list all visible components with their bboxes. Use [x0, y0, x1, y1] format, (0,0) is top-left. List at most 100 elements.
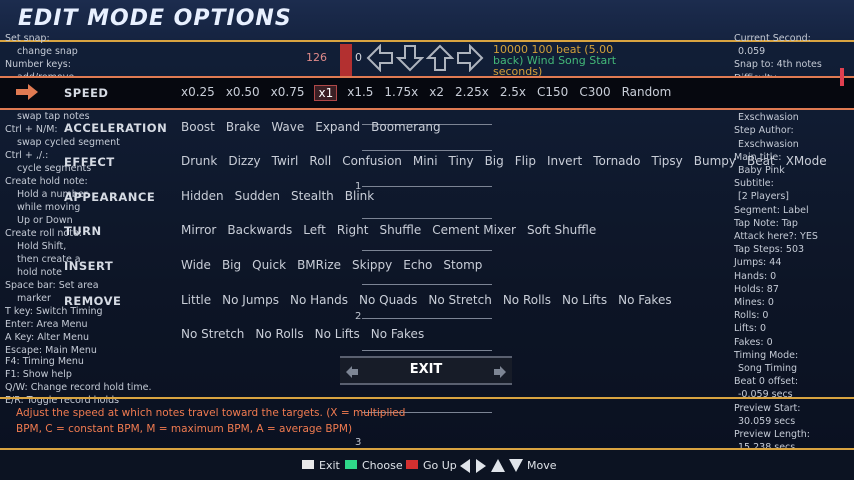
option-group: No Stretch No Rolls No Lifts No Fakes	[180, 327, 425, 341]
option-item[interactable]: Stealth	[290, 189, 335, 203]
option-item[interactable]: x2	[428, 85, 445, 101]
grid-line	[362, 218, 492, 219]
option-group: Mirror Backwards Left Right Shuffle Cement Mi…	[180, 223, 597, 237]
row-label-speed[interactable]: SPEED	[64, 86, 108, 100]
option-item[interactable]: Wave	[270, 120, 305, 134]
footer-choose[interactable]: Choose	[362, 459, 403, 472]
option-item[interactable]: No Lifts	[561, 293, 608, 307]
help-line: Q/W: Change record hold time.	[5, 382, 152, 393]
row-label-insert[interactable]: INSERT	[64, 259, 113, 273]
option-item[interactable]: Tornado	[592, 154, 641, 168]
option-item[interactable]: Soft Shuffle	[526, 223, 597, 237]
option-item[interactable]: No Fakes	[370, 327, 425, 341]
option-item[interactable]: Boost	[180, 120, 216, 134]
option-item[interactable]: XMode	[785, 154, 828, 168]
option-item[interactable]: Expand	[314, 120, 361, 134]
option-item[interactable]: No Stretch	[427, 293, 492, 307]
option-item[interactable]: Big	[484, 154, 505, 168]
option-item[interactable]: Invert	[546, 154, 583, 168]
option-item[interactable]: Tiny	[448, 154, 475, 168]
option-item[interactable]: Left	[302, 223, 327, 237]
option-item[interactable]: No Quads	[358, 293, 418, 307]
row-label-remove[interactable]: REMOVE	[64, 294, 121, 308]
option-item[interactable]: BMRize	[296, 258, 342, 272]
option-item[interactable]: Mirror	[180, 223, 217, 237]
option-item[interactable]: 1.75x	[383, 85, 419, 101]
option-item[interactable]: Mini	[412, 154, 439, 168]
option-item[interactable]: C150	[536, 85, 569, 101]
option-item[interactable]: Flip	[514, 154, 537, 168]
option-item[interactable]: No Fakes	[617, 293, 672, 307]
option-item[interactable]: No Hands	[289, 293, 349, 307]
option-item[interactable]: Backwards	[226, 223, 293, 237]
option-item[interactable]: Wide	[180, 258, 212, 272]
option-item[interactable]: Blink	[344, 189, 375, 203]
description-line: Adjust the speed at which notes travel t…	[16, 407, 406, 419]
option-group: Drunk Dizzy Twirl Roll Confusion Mini Tiny Big F…	[180, 154, 828, 168]
info-line: Exschwasion	[738, 112, 799, 124]
row-label-effect[interactable]: EFFECT	[64, 155, 115, 169]
footer-go-up[interactable]: Go Up	[423, 459, 457, 472]
info-line: Rolls: 0	[734, 310, 769, 322]
help-line: Create hold note:	[5, 176, 88, 187]
grid-line	[362, 150, 492, 151]
exit-button[interactable]: EXIT	[340, 356, 512, 385]
row-label-acceleration[interactable]: ACCELERATION	[64, 121, 167, 135]
help-line: F4: Timing Menu	[5, 356, 84, 367]
option-item[interactable]: Tipsy	[651, 154, 684, 168]
receptor-right-icon	[456, 43, 484, 73]
option-item[interactable]: x0.50	[225, 85, 261, 101]
option-item[interactable]: Boomerang	[370, 120, 442, 134]
info-line: Tap Note: Tap	[734, 217, 798, 229]
option-item[interactable]: No Lifts	[314, 327, 361, 341]
direction-arrows-icon	[460, 458, 524, 477]
option-item[interactable]: Stomp	[442, 258, 483, 272]
option-item[interactable]: Roll	[308, 154, 332, 168]
option-selected[interactable]: x1	[314, 85, 338, 101]
grid-line	[362, 250, 492, 251]
info-line: Lifts: 0	[734, 323, 767, 335]
option-description: Adjust the speed at which notes travel t…	[16, 405, 405, 437]
option-item[interactable]: No Rolls	[254, 327, 304, 341]
option-item[interactable]: Little	[180, 293, 212, 307]
option-item[interactable]: Skippy	[351, 258, 393, 272]
option-item[interactable]: Twirl	[271, 154, 300, 168]
option-item[interactable]: Quick	[251, 258, 287, 272]
bpm-marker	[340, 44, 352, 78]
info-line: Current Second:	[734, 33, 811, 44]
option-item[interactable]: Brake	[225, 120, 261, 134]
scroll-indicator[interactable]	[840, 68, 844, 86]
option-item[interactable]: Big	[221, 258, 242, 272]
footer-move[interactable]: Move	[527, 459, 557, 472]
option-item[interactable]: Shuffle	[378, 223, 422, 237]
option-item[interactable]: Sudden	[234, 189, 281, 203]
option-item[interactable]: Confusion	[341, 154, 403, 168]
go-up-key-icon	[406, 460, 418, 469]
option-item[interactable]: x0.25	[180, 85, 216, 101]
option-item[interactable]: x1.5	[346, 85, 374, 101]
option-item[interactable]: 2.5x	[499, 85, 527, 101]
option-item[interactable]: Dizzy	[227, 154, 261, 168]
option-item[interactable]: Echo	[402, 258, 433, 272]
option-group: x0.25 x0.50 x0.75 x1 x1.5 1.75x x2 2.25x 2.5x C15…	[180, 85, 672, 101]
help-line: A Key: Alter Menu	[5, 332, 89, 343]
row-label-appearance[interactable]: APPEARANCE	[64, 190, 155, 204]
option-item[interactable]: C300	[578, 85, 611, 101]
option-item[interactable]: Right	[336, 223, 370, 237]
option-item[interactable]: Bumpy	[693, 154, 737, 168]
option-item[interactable]: No Rolls	[502, 293, 552, 307]
info-line: Tap Steps: 503	[734, 244, 805, 256]
option-item[interactable]: 2.25x	[454, 85, 490, 101]
option-item[interactable]: Cement Mixer	[431, 223, 517, 237]
option-item[interactable]: Hidden	[180, 189, 225, 203]
option-item[interactable]: x0.75	[270, 85, 306, 101]
grid-line	[362, 350, 492, 351]
option-item[interactable]: No Jumps	[221, 293, 280, 307]
option-item[interactable]: No Stretch	[180, 327, 245, 341]
row-label-turn[interactable]: TURN	[64, 224, 102, 238]
option-item[interactable]: Beat	[746, 154, 776, 168]
option-item[interactable]: Drunk	[180, 154, 218, 168]
option-item[interactable]: Random	[621, 85, 673, 101]
info-line: Step Author:	[734, 125, 794, 137]
footer-exit[interactable]: Exit	[319, 459, 340, 472]
